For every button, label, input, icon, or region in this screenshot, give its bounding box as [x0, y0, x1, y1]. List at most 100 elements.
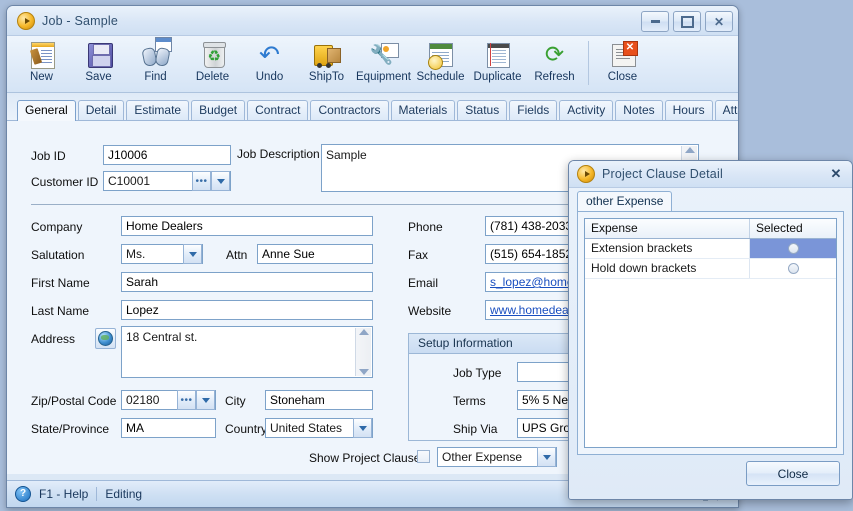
toolbar-label: ShipTo	[308, 71, 345, 83]
tab-budget[interactable]: Budget	[191, 100, 246, 120]
floppy-disk-icon	[84, 41, 114, 70]
help-text[interactable]: F1 - Help	[39, 487, 88, 501]
expense-grid: Expense Selected Extension brackets Hold…	[584, 218, 837, 448]
desktop-background: Job - Sample ✕ New Save Find Del	[0, 0, 853, 511]
dialog-body: other Expense Expense Selected Extension…	[577, 191, 844, 455]
toolbar-label: Schedule	[416, 71, 465, 83]
toolbar-button-find[interactable]: Find	[127, 37, 184, 89]
chevron-down-icon[interactable]	[211, 171, 230, 191]
radio-button-icon[interactable]	[787, 243, 799, 254]
expense-grid-header: Expense Selected	[585, 219, 836, 239]
last-name-input[interactable]: Lopez	[121, 300, 373, 320]
tab-materials[interactable]: Materials	[390, 100, 456, 120]
scroll-up-icon[interactable]	[358, 329, 369, 335]
status-divider	[96, 487, 98, 501]
salutation-combo[interactable]: Ms.	[121, 244, 203, 264]
toolbar-button-delete[interactable]: Delete	[184, 39, 241, 89]
tab-activity[interactable]: Activity	[559, 100, 614, 120]
toolbar-button-duplicate[interactable]: Duplicate	[469, 39, 526, 89]
play-circle-icon	[577, 165, 595, 183]
dialog-title: Project Clause Detail	[602, 167, 723, 181]
scroll-down-icon[interactable]	[358, 369, 369, 375]
chevron-down-icon[interactable]	[537, 447, 556, 467]
toolbar-button-refresh[interactable]: ⟳ Refresh	[526, 39, 583, 89]
salutation-label: Salutation	[31, 248, 85, 262]
zip-label: Zip/Postal Code	[31, 394, 117, 408]
selected-cell[interactable]	[750, 259, 836, 278]
undo-arrow-icon: ↶	[259, 40, 280, 69]
first-name-label: First Name	[31, 276, 90, 290]
table-row[interactable]: Extension brackets	[585, 239, 836, 259]
dialog-tab-bar: other Expense	[577, 191, 844, 212]
dialog-close-button[interactable]: ✕	[827, 165, 845, 182]
toolbar-label: Duplicate	[473, 71, 522, 83]
refresh-arrows-icon: ⟳	[544, 42, 565, 68]
tab-contractors[interactable]: Contractors	[310, 100, 389, 120]
toolbar-button-shipto[interactable]: ShipTo	[298, 39, 355, 89]
selected-cell[interactable]	[750, 239, 836, 258]
minimize-button[interactable]	[641, 11, 669, 32]
address-map-button[interactable]	[95, 328, 116, 349]
email-label: Email	[408, 276, 439, 290]
tab-fields[interactable]: Fields	[509, 100, 558, 120]
address-scrollbar[interactable]	[355, 328, 371, 376]
close-document-icon: ✕	[608, 41, 638, 70]
chevron-down-icon[interactable]	[353, 418, 372, 438]
project-clause-type-value: Other Expense	[442, 449, 523, 464]
toolbar-button-equipment[interactable]: 🔧 Equipment	[355, 39, 412, 89]
table-row[interactable]: Hold down brackets	[585, 259, 836, 279]
tab-contract[interactable]: Contract	[247, 100, 309, 120]
column-header-selected[interactable]: Selected	[750, 219, 836, 238]
address-textarea[interactable]: 18 Central st.	[121, 326, 373, 378]
toolbar-button-undo[interactable]: ↶ Undo	[241, 39, 298, 89]
expense-name: Extension brackets	[585, 239, 750, 258]
toolbar-button-new[interactable]: New	[13, 39, 70, 89]
scroll-up-icon[interactable]	[684, 147, 695, 153]
wrench-icon: 🔧	[369, 41, 399, 70]
toolbar-label: New	[29, 71, 53, 83]
zip-combo[interactable]: 02180 •••	[121, 390, 216, 410]
close-button[interactable]: ✕	[705, 11, 733, 32]
radio-button-icon[interactable]	[787, 263, 799, 274]
toolbar-button-save[interactable]: Save	[70, 39, 127, 89]
website-label: Website	[408, 304, 452, 318]
state-input[interactable]: MA	[121, 418, 216, 438]
show-project-clause-label: Show Project Clause	[309, 451, 421, 465]
new-document-icon	[27, 41, 57, 70]
maximize-button[interactable]	[673, 11, 701, 32]
toolbar-button-schedule[interactable]: Schedule	[412, 39, 469, 89]
city-input[interactable]: Stoneham	[265, 390, 373, 410]
tab-attachment[interactable]: Attachment	[714, 100, 738, 120]
forklift-icon	[312, 41, 342, 70]
attn-input[interactable]: Anne Sue	[257, 244, 373, 264]
customer-id-label: Customer ID	[31, 175, 99, 189]
column-header-expense[interactable]: Expense	[585, 219, 750, 238]
first-name-input[interactable]: Sarah	[121, 272, 373, 292]
window-titlebar: Job - Sample ✕	[7, 6, 738, 36]
tab-estimate[interactable]: Estimate	[126, 100, 190, 120]
help-icon[interactable]: ?	[15, 486, 31, 502]
dialog-close-action-button[interactable]: Close	[746, 461, 840, 486]
tab-notes[interactable]: Notes	[615, 100, 663, 120]
tab-status[interactable]: Status	[457, 100, 508, 120]
edit-mode-text: Editing	[105, 487, 143, 501]
tab-hours[interactable]: Hours	[664, 100, 713, 120]
show-project-clause-checkbox[interactable]	[417, 450, 430, 463]
lookup-icon[interactable]: •••	[192, 171, 211, 191]
lookup-icon[interactable]: •••	[177, 390, 196, 410]
tab-detail[interactable]: Detail	[77, 100, 125, 120]
globe-icon	[98, 331, 113, 346]
close-icon: ✕	[713, 14, 725, 29]
customer-id-value: C10001	[108, 173, 151, 188]
tab-general[interactable]: General	[17, 100, 76, 121]
chevron-down-icon[interactable]	[183, 244, 202, 264]
company-input[interactable]: Home Dealers	[121, 216, 373, 236]
project-clause-type-combo[interactable]: Other Expense	[437, 447, 557, 467]
chevron-down-icon[interactable]	[196, 390, 215, 410]
window-title: Job - Sample	[42, 13, 119, 28]
toolbar-button-close[interactable]: ✕ Close	[594, 39, 651, 89]
job-id-input[interactable]: J10006	[103, 145, 231, 165]
country-combo[interactable]: United States	[265, 418, 373, 438]
customer-id-combo[interactable]: C10001 •••	[103, 171, 231, 191]
tab-other-expense[interactable]: other Expense	[577, 191, 673, 212]
